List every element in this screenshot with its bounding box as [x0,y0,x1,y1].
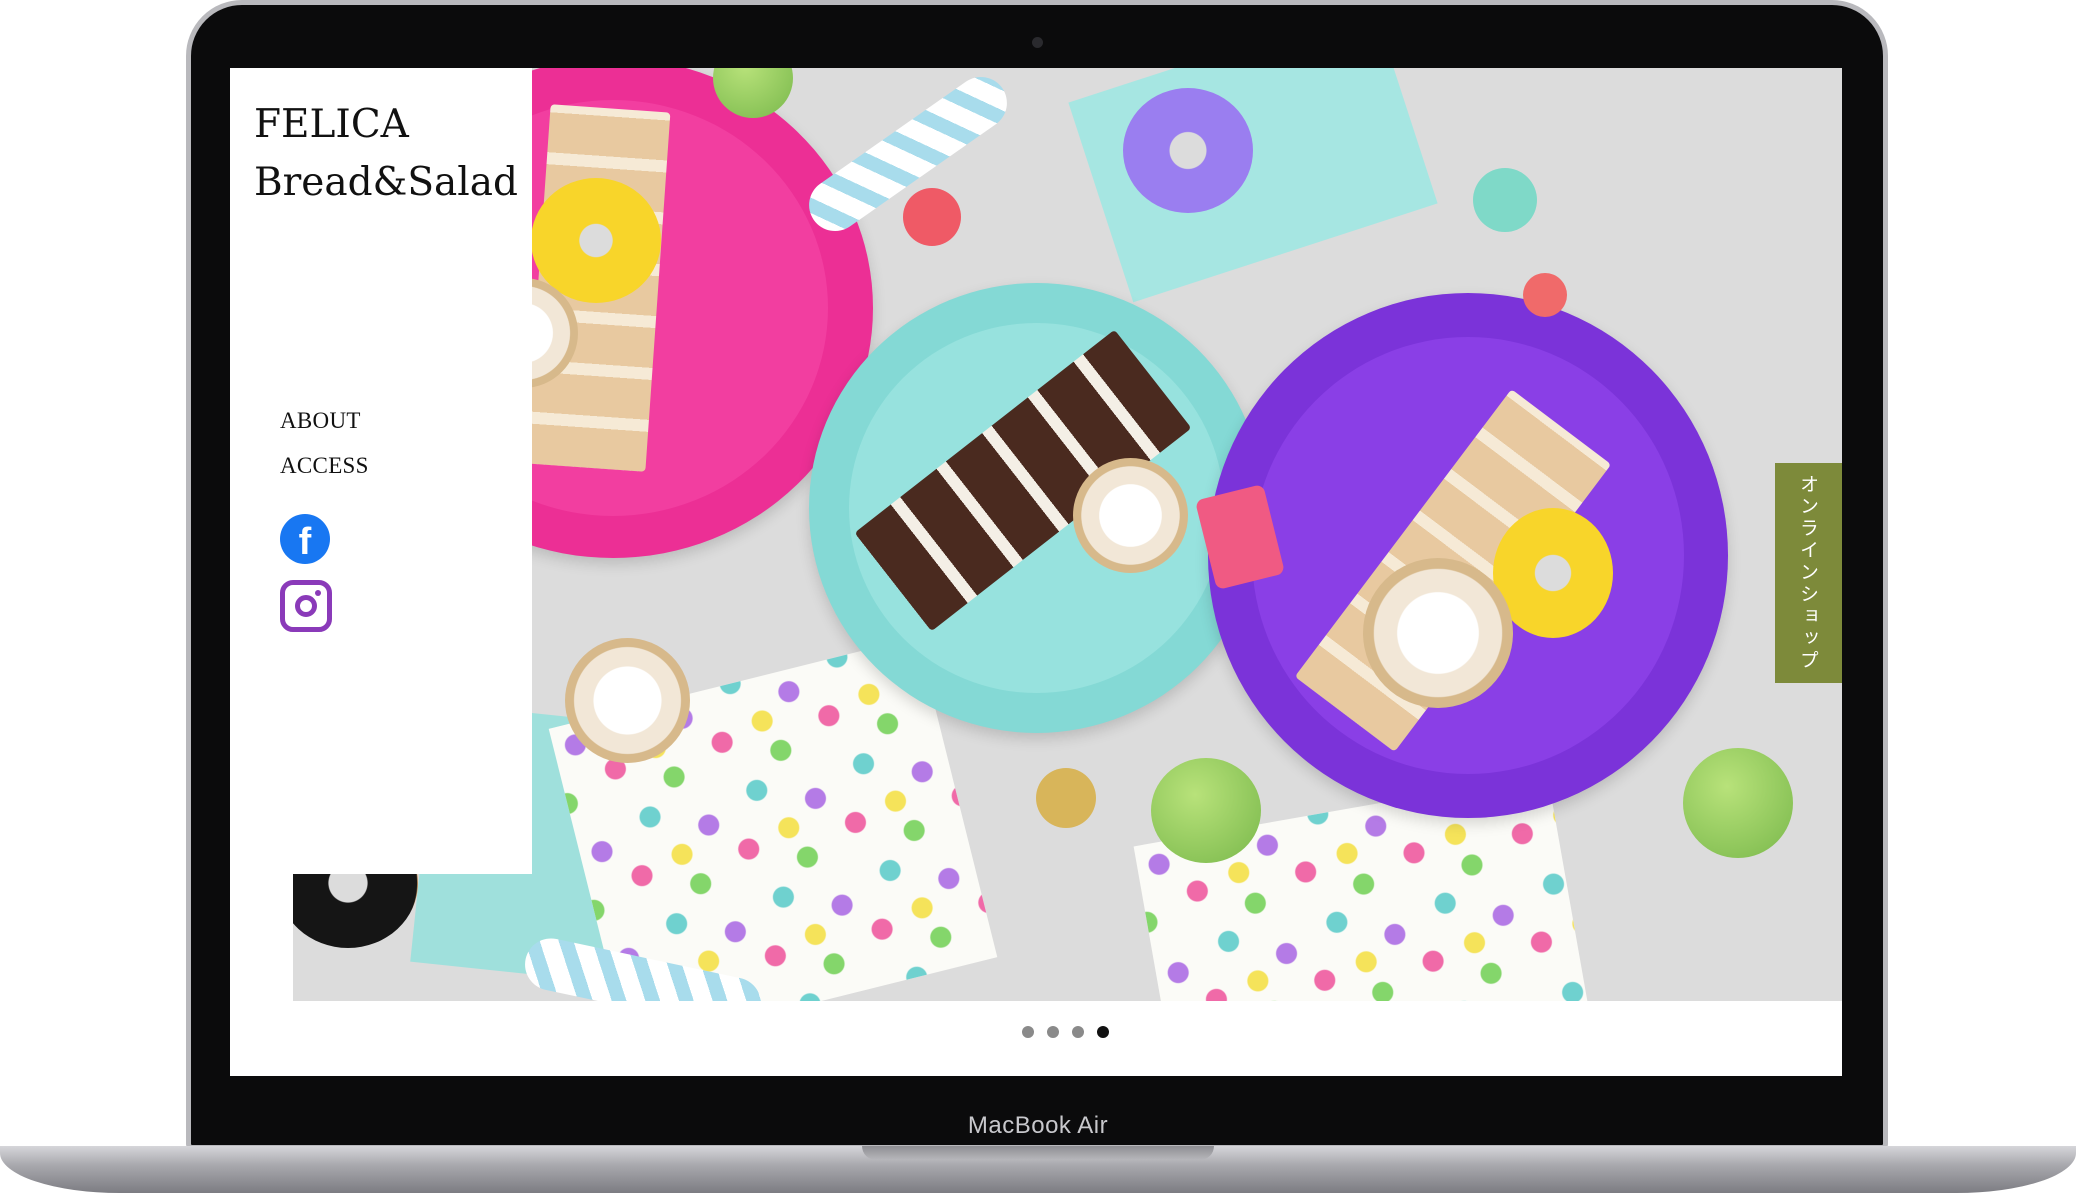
confetti-4 [1036,768,1096,828]
donut-purple-top [1123,88,1253,213]
cupcake-bottom [565,638,690,763]
cupcake-purple-plate [1363,558,1513,708]
confetti-1 [1473,168,1537,232]
napkin-teal [1068,68,1438,303]
macaron-right [1683,748,1793,858]
nav-item-about[interactable]: ABOUT [280,398,369,443]
device-label: MacBook Air [967,1112,1109,1139]
website-screen: FELICA Bread&Salad ABOUT ACCESS f オンラインシ… [230,68,1842,1076]
confetti-2 [1523,273,1567,317]
camera-icon [1032,37,1043,48]
cupcake-teal-plate [1073,458,1188,573]
carousel-dot-4[interactable] [1097,1026,1109,1038]
carousel-dot-3[interactable] [1072,1026,1084,1038]
laptop-hinge-notch [862,1146,1214,1160]
carousel-dot-1[interactable] [1022,1026,1034,1038]
instagram-icon[interactable] [280,580,332,632]
confetti-5 [903,188,961,246]
main-nav: ABOUT ACCESS [280,398,369,488]
facebook-icon[interactable]: f [280,514,330,564]
logo-line-1: FELICA [254,102,409,147]
sidebar: FELICA Bread&Salad ABOUT ACCESS f [230,68,532,874]
carousel-dots [1022,1026,1109,1038]
logo-line-2: Bread&Salad [254,160,518,205]
donut-yellow [531,178,661,303]
nav-item-access[interactable]: ACCESS [280,443,369,488]
carousel-dot-2[interactable] [1047,1026,1059,1038]
site-logo[interactable]: FELICA Bread&Salad [254,96,518,212]
macaron-bottom [1151,758,1261,863]
online-shop-tab[interactable]: オンラインショップ [1775,463,1842,683]
social-links: f [280,514,332,632]
